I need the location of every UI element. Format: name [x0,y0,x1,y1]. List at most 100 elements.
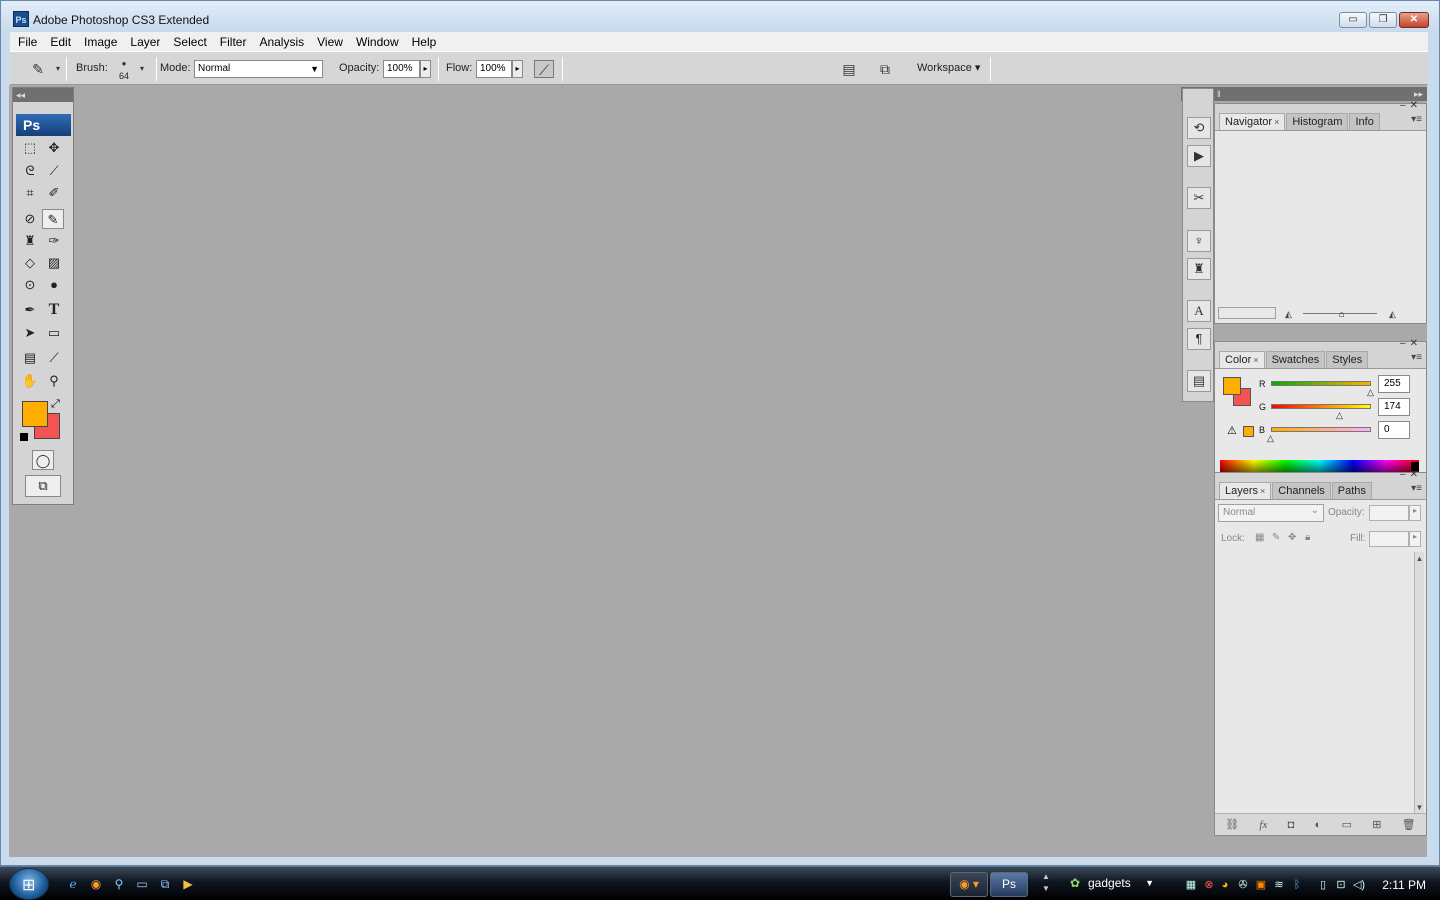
show-desktop-icon[interactable]: ▭ [134,876,150,892]
menu-layer[interactable]: Layer [130,35,160,49]
brushes-panel-icon[interactable]: ♆ [1187,230,1211,252]
collapse-toolbox-icon[interactable]: ◂◂ [13,88,73,102]
lock-all-icon[interactable]: 🔒︎ [1305,532,1310,543]
dock-grip-icon[interactable]: ‖ [1217,87,1221,101]
firefox-task-button[interactable]: ◉ ▾ [950,872,988,897]
layer-style-icon[interactable]: fx [1259,819,1267,831]
close-button[interactable]: ✕ [1399,12,1429,28]
brush-tool-icon[interactable]: ✎ [42,209,64,229]
out-of-gamut-warning-icon[interactable]: ⚠ [1227,424,1237,437]
type-tool-icon[interactable]: T [43,300,65,320]
menu-window[interactable]: Window [356,35,399,49]
photoshop-task-button[interactable]: Ps [990,872,1028,897]
red-slider[interactable] [1271,381,1371,386]
crop-tool-icon[interactable]: ⌗ [19,183,41,203]
eraser-tool-icon[interactable]: ◇ [19,253,41,273]
expand-dock-right-icon[interactable]: ▸▸ [1414,87,1423,101]
tab-paths[interactable]: Paths [1331,482,1372,499]
slice-tool-icon[interactable]: ✐ [43,183,65,203]
healing-brush-tool-icon[interactable]: ⊘ [19,209,41,229]
switch-windows-icon[interactable]: ⧉ [157,876,173,892]
safely-remove-hardware-icon[interactable]: ▯ [1316,878,1330,892]
menu-help[interactable]: Help [412,35,437,49]
screen-mode-icon[interactable]: ⧉ [25,475,61,497]
opacity-input[interactable]: 100% [383,60,420,78]
clone-stamp-tool-icon[interactable]: ♜ [19,231,41,251]
tab-navigator[interactable]: Navigator × [1219,113,1286,130]
dodge-tool-icon[interactable]: ● [43,275,65,295]
new-group-icon[interactable]: ▭ [1342,818,1352,831]
tray-antivirus-icon[interactable]: ⊗ [1202,878,1216,892]
menu-image[interactable]: Image [84,35,117,49]
flow-input[interactable]: 100% [476,60,512,78]
tray-tools-icon[interactable]: ✇ [1236,878,1250,892]
layer-fill-arrow-icon[interactable]: ▸ [1409,531,1421,547]
blend-mode-select[interactable]: Normal [1218,503,1324,522]
close-tab-icon[interactable]: × [1274,117,1279,127]
workspace-menu-button[interactable]: Workspace ▾ [917,61,980,74]
panel-window-controls-icon[interactable]: –✕ [1400,100,1422,111]
lock-position-icon[interactable]: ✥ [1288,532,1296,543]
paragraph-panel-icon[interactable]: ¶ [1187,328,1211,350]
menu-select[interactable]: Select [173,35,206,49]
link-layers-icon[interactable]: ⛓ [1225,818,1239,831]
new-layer-icon[interactable]: ⊞ [1372,818,1381,831]
layer-opacity-input[interactable] [1369,505,1409,521]
lasso-tool-icon[interactable]: ᘓ [19,161,41,181]
bluetooth-icon[interactable]: ᛒ [1290,878,1304,892]
path-selection-tool-icon[interactable]: ➤ [19,323,41,343]
dock-header[interactable]: ‖ ◂◂ ‖ ▸▸ [1181,87,1427,101]
airbrush-toggle-icon[interactable]: ⟋ [534,60,554,78]
gadgets-task-button[interactable]: ✿ gadgets ▼ [1064,872,1164,897]
zoom-level-input[interactable] [1218,307,1276,319]
internet-explorer-icon[interactable]: ℯ [65,876,81,892]
brush-picker-dropdown-icon[interactable]: ▾ [132,60,152,78]
tab-info[interactable]: Info [1349,113,1380,130]
color-foreground-swatch[interactable] [1223,377,1241,395]
blue-value-input[interactable]: 0 [1378,421,1410,439]
panel-window-controls-icon[interactable]: –✕ [1400,469,1422,480]
photoshop-app-icon[interactable]: Ps [13,11,29,27]
opacity-slider-arrow-icon[interactable]: ▸ [420,60,431,78]
blue-slider[interactable] [1271,427,1371,432]
green-slider[interactable] [1271,404,1371,409]
green-slider-thumb[interactable]: △ [1336,410,1343,421]
search-icon[interactable]: ⚲ [111,876,127,892]
blue-slider-thumb[interactable]: △ [1267,433,1274,444]
lock-transparency-icon[interactable]: ▦ [1255,532,1264,543]
tab-swatches[interactable]: Swatches [1265,351,1326,368]
firefox-icon[interactable]: ◉ [88,876,104,892]
pen-tool-icon[interactable]: ✒ [19,300,41,320]
red-slider-thumb[interactable]: △ [1367,387,1374,398]
gamut-correction-swatch[interactable] [1243,426,1254,437]
default-colors-icon[interactable] [20,433,28,441]
zoom-slider-thumb[interactable]: ⌂ [1339,309,1344,319]
hand-tool-icon[interactable]: ✋ [19,371,41,391]
layer-opacity-arrow-icon[interactable]: ▸ [1409,505,1421,521]
menu-edit[interactable]: Edit [50,35,71,49]
close-tab-icon[interactable]: × [1260,486,1265,496]
lock-image-pixels-icon[interactable]: ✎ [1272,532,1280,543]
close-tab-icon[interactable]: × [1253,355,1258,365]
menu-analysis[interactable]: Analysis [259,35,304,49]
eyedropper-tool-icon[interactable]: ⟋ [43,348,65,368]
layers-scrollbar[interactable]: ▲ ▼ [1414,552,1424,814]
zoom-in-icon[interactable]: ◭ [1389,309,1396,320]
swap-colors-icon[interactable]: ⤢ [51,398,60,411]
restore-button[interactable]: ❐ [1369,12,1397,28]
history-brush-tool-icon[interactable]: ✑ [43,231,65,251]
tray-app-icon[interactable]: ▦ [1184,878,1198,892]
tray-media-icon[interactable]: ▣ [1254,878,1268,892]
tab-styles[interactable]: Styles [1326,351,1369,368]
history-panel-icon[interactable]: ⟲ [1187,117,1211,139]
magic-wand-tool-icon[interactable]: ⟋ [43,161,65,181]
brush-tool-preset-icon[interactable]: ✎ [28,60,48,78]
panel-menu-icon[interactable]: ▾≡ [1411,114,1422,125]
title-bar[interactable]: Ps Adobe Photoshop CS3 Extended ▭ ❐ ✕ [1,1,1439,33]
character-panel-icon[interactable]: A [1187,300,1211,322]
scroll-down-icon[interactable]: ▼ [1415,803,1424,812]
green-value-input[interactable]: 174 [1378,398,1410,416]
layer-fill-input[interactable] [1369,531,1409,547]
tray-chrome-icon[interactable]: ◕ [1218,878,1232,892]
network-status-icon[interactable]: ⊡ [1334,878,1348,892]
